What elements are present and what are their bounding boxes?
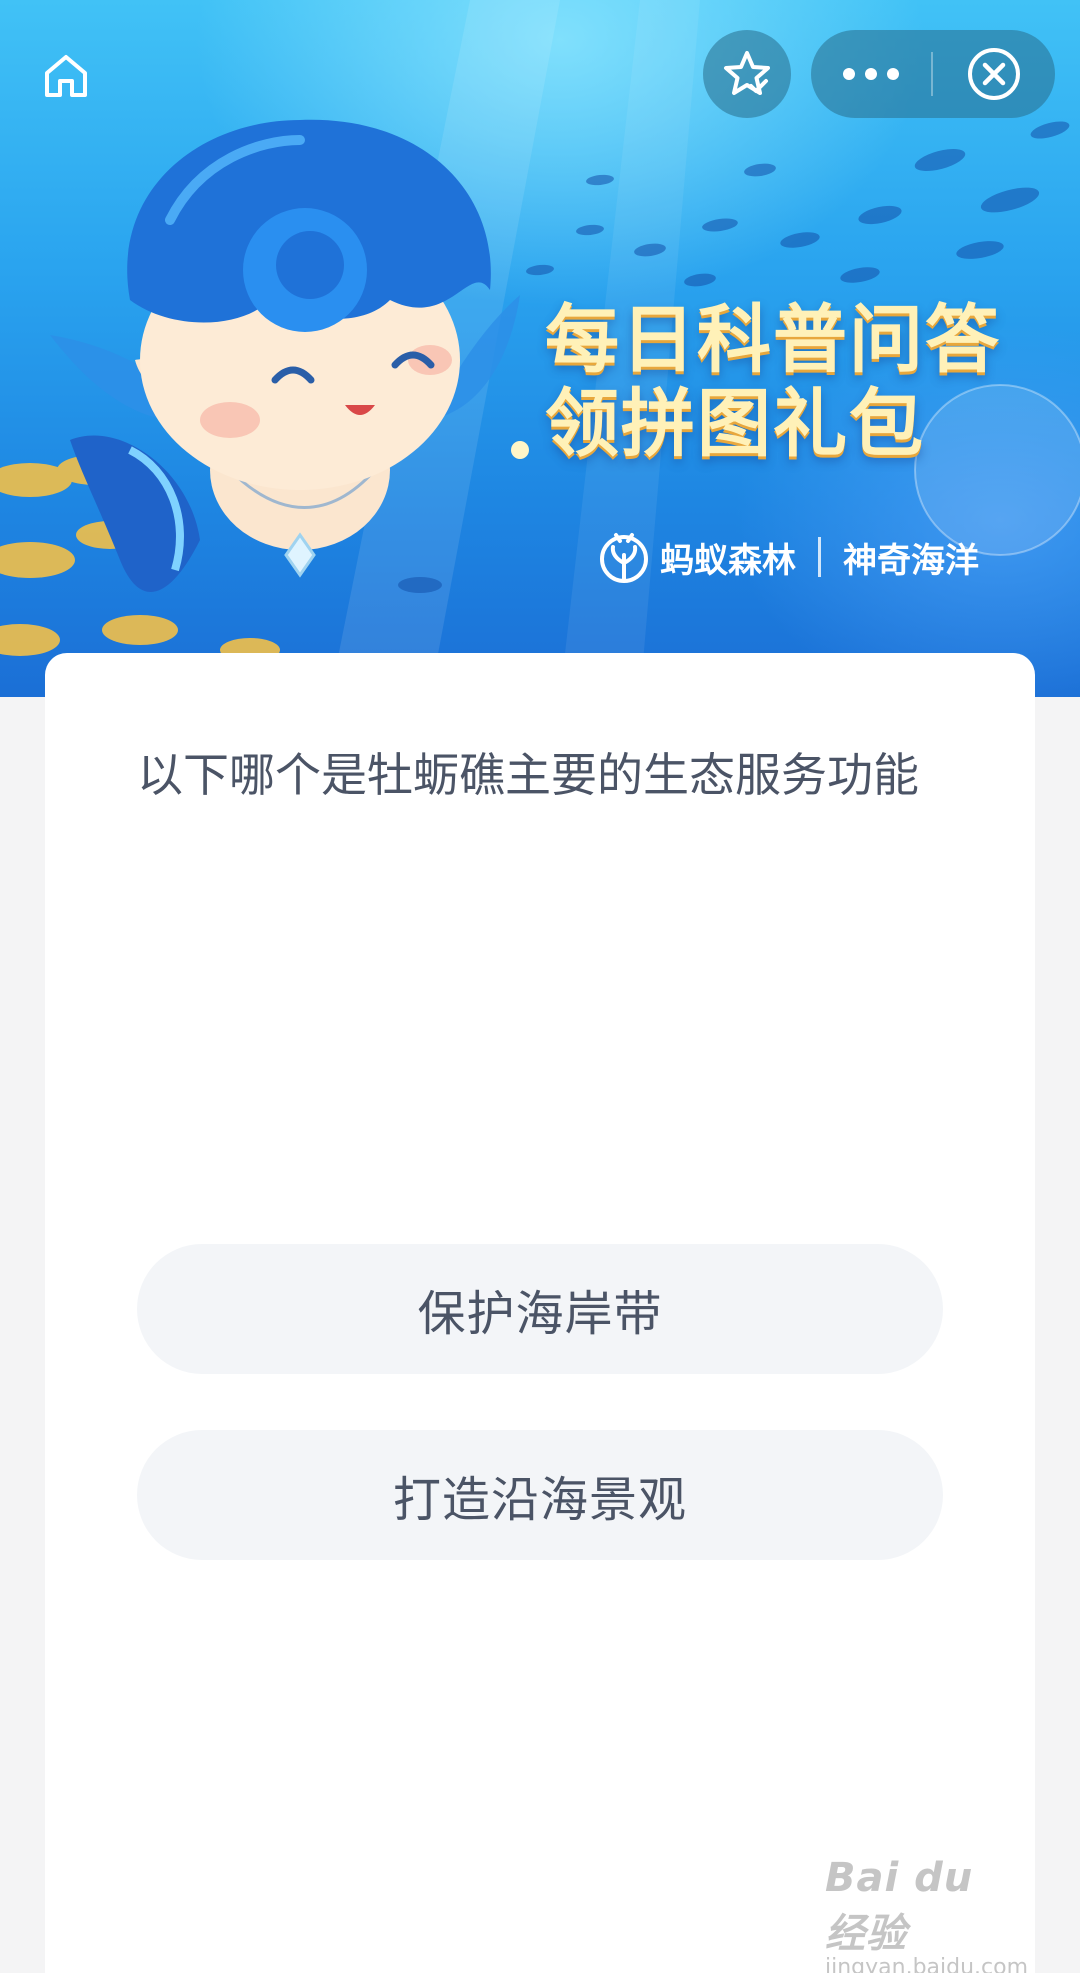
banner-title-line1: 每日科普问答 xyxy=(545,297,1001,383)
more-dots-icon xyxy=(843,68,899,80)
favorite-button[interactable] xyxy=(703,30,791,118)
star-check-icon xyxy=(724,51,770,95)
brand-separator xyxy=(818,537,821,577)
answer-option-1[interactable]: 保护海岸带 xyxy=(137,1244,943,1374)
home-button[interactable] xyxy=(36,46,96,106)
quiz-page: 每日科普问答 领拼图礼包 蚂蚁森林 神奇海洋 以下哪个是牡蛎礁主要的生态服务功能… xyxy=(0,0,1080,1973)
miniapp-capsule xyxy=(811,30,1055,118)
answer-option-2[interactable]: 打造沿海景观 xyxy=(137,1430,943,1560)
close-circle-icon xyxy=(968,48,1020,100)
brand-ant-forest: 蚂蚁森林 xyxy=(660,540,796,581)
banner-title-line2: 领拼图礼包 xyxy=(545,381,925,467)
brand-row: 蚂蚁森林 神奇海洋 xyxy=(596,530,979,584)
question-text: 以下哪个是牡蛎礁主要的生态服务功能 xyxy=(137,748,919,802)
watermark-sub: jingyan.baidu.com xyxy=(825,1955,1029,1973)
baidu-jingyan-watermark: Bai du 经验 jingyan.baidu.com xyxy=(825,1855,1028,1973)
promo-banner: 每日科普问答 领拼图礼包 蚂蚁森林 神奇海洋 xyxy=(0,0,1080,697)
ant-forest-logo-icon xyxy=(600,533,648,583)
watermark-main: Bai du 经验 xyxy=(825,1855,974,1957)
banner-title: 每日科普问答 领拼图礼包 xyxy=(545,298,1045,466)
home-icon xyxy=(45,55,87,97)
question-card: 以下哪个是牡蛎礁主要的生态服务功能 保护海岸带 打造沿海景观 xyxy=(45,653,1035,1973)
brand-magic-ocean: 神奇海洋 xyxy=(843,540,979,581)
more-button[interactable] xyxy=(811,30,931,118)
close-button[interactable] xyxy=(933,30,1055,118)
